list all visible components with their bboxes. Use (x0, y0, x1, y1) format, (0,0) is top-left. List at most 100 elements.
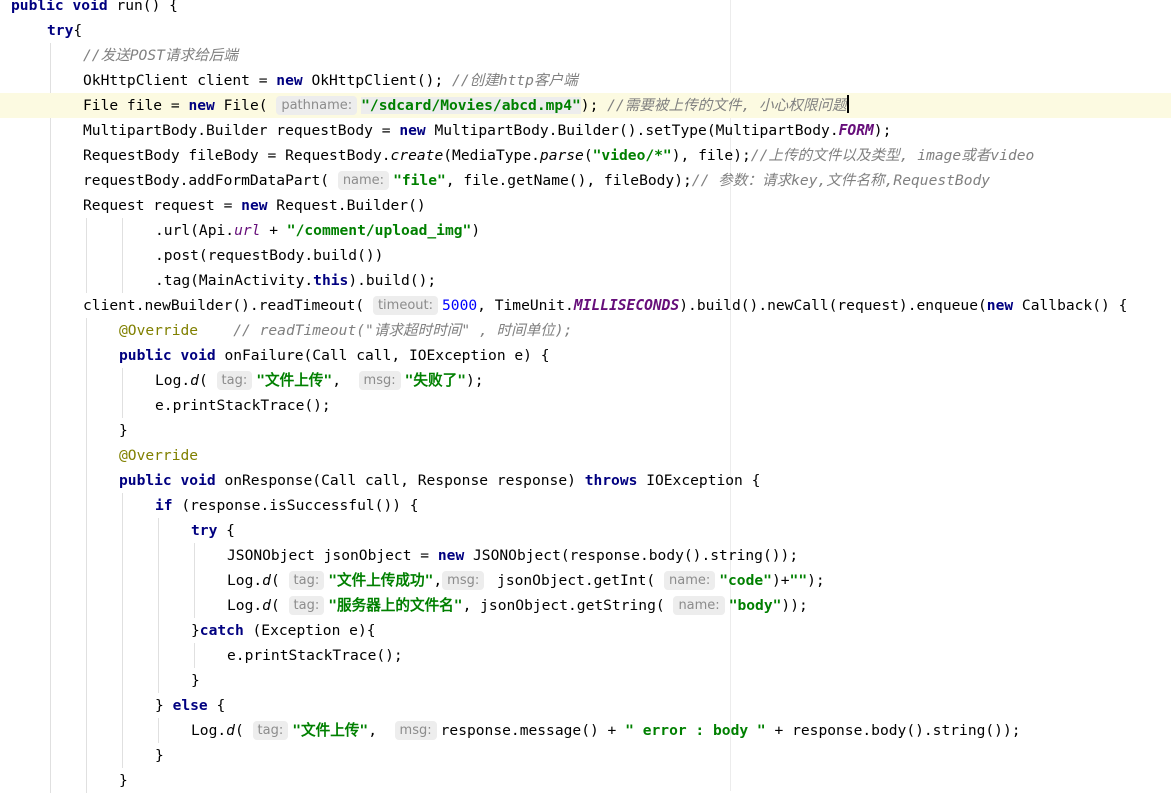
code-token: "" (789, 572, 808, 589)
code-line[interactable]: e.printStackTrace(); (0, 643, 1171, 668)
code-token: OkHttpClient client = (83, 72, 277, 89)
code-token: jsonObject.getInt( (488, 572, 664, 589)
code-token: } (155, 747, 164, 764)
code-token: "服务器上的文件名" (328, 597, 463, 614)
code-line-content: MultipartBody.Builder requestBody = new … (83, 118, 891, 143)
code-line-content: Log.d( tag: "文件上传成功", msg: jsonObject.getI… (227, 568, 825, 593)
code-line-content: public void onResponse(Call call, Respon… (119, 468, 760, 493)
code-line[interactable]: public void onFailure(Call call, IOExcep… (0, 343, 1171, 368)
code-line-content: Log.d( tag: "文件上传", msg: response.message(… (191, 718, 1021, 743)
code-line-content: OkHttpClient client = new OkHttpClient()… (83, 68, 578, 93)
code-token: url (234, 222, 261, 239)
code-line-content: } else { (155, 693, 225, 718)
code-line[interactable]: .url(Api.url + "/comment/upload_img") (0, 218, 1171, 243)
code-token: " error : body " (625, 722, 766, 739)
code-line-content: } (119, 768, 128, 793)
code-line-content: JSONObject jsonObject = new JSONObject(r… (227, 543, 798, 568)
code-line[interactable]: Log.d( tag: "服务器上的文件名", jsonObject.getStr… (0, 593, 1171, 618)
code-line[interactable]: client.newBuilder().readTimeout( timeout… (0, 293, 1171, 318)
code-token: catch (199, 622, 244, 639)
code-token: create (390, 147, 444, 164)
parameter-hint: tag: (252, 721, 289, 740)
code-token: (Exception e){ (243, 622, 376, 639)
parameter-hint: msg: (442, 571, 485, 590)
code-line-content: .tag(MainActivity.this).build(); (155, 268, 436, 293)
code-line[interactable]: if (response.isSuccessful()) { (0, 493, 1171, 518)
code-token: public void (119, 472, 216, 489)
code-line-content: File file = new File( pathname: "/sdcard/… (83, 93, 849, 118)
code-token: } (191, 622, 200, 639)
code-token: (response.isSuccessful()) { (172, 497, 419, 514)
code-line[interactable]: public void run() { (0, 0, 1171, 18)
code-line[interactable]: Log.d( tag: "文件上传", msg: response.message(… (0, 718, 1171, 743)
code-token: //需要被上传的文件, 小心权限问题 (607, 97, 847, 114)
code-line[interactable]: .post(requestBody.build()) (0, 243, 1171, 268)
code-token: ( (270, 572, 289, 589)
code-line[interactable]: } (0, 418, 1171, 443)
code-token: client.newBuilder().readTimeout( (83, 297, 373, 314)
code-line[interactable]: .tag(MainActivity.this).build(); (0, 268, 1171, 293)
code-token: requestBody.addFormDataPart( (83, 172, 338, 189)
code-token: } (155, 697, 173, 714)
code-token: , (368, 722, 395, 739)
code-editor[interactable]: public void run() {try{//发送POST请求给后端 OkHt… (0, 0, 1171, 793)
code-token: response.message() + (440, 722, 626, 739)
code-token: Request.Builder() (267, 197, 426, 214)
code-token: )+ (771, 572, 790, 589)
code-token: parse (539, 147, 584, 164)
code-token: ( (270, 597, 289, 614)
parameter-hint: name: (673, 596, 725, 615)
code-token: } (191, 672, 200, 689)
code-line-content: if (response.isSuccessful()) { (155, 493, 419, 518)
code-line[interactable]: } (0, 668, 1171, 693)
code-line-content: requestBody.addFormDataPart( name: "file"… (83, 168, 990, 193)
code-line[interactable]: MultipartBody.Builder requestBody = new … (0, 118, 1171, 143)
code-token: onFailure(Call call, IOException e) { (215, 347, 550, 364)
code-line-content: Log.d( tag: "文件上传", msg: "失败了"); (155, 368, 484, 393)
code-token: , jsonObject.getString( (462, 597, 674, 614)
code-line[interactable]: }catch (Exception e){ (0, 618, 1171, 643)
code-line[interactable]: JSONObject jsonObject = new JSONObject(r… (0, 543, 1171, 568)
code-line[interactable]: } (0, 743, 1171, 768)
code-token: File file = (83, 97, 189, 114)
code-line[interactable]: public void onResponse(Call call, Respon… (0, 468, 1171, 493)
code-token: "文件上传" (292, 722, 369, 739)
code-token: else (172, 697, 208, 714)
code-line[interactable]: @Override (0, 443, 1171, 468)
code-line[interactable]: Log.d( tag: "文件上传成功", msg: jsonObject.getI… (0, 568, 1171, 593)
code-line[interactable]: requestBody.addFormDataPart( name: "file"… (0, 168, 1171, 193)
code-line[interactable]: @Override // readTimeout("请求超时时间" , 时间单位… (0, 318, 1171, 343)
code-token: d (190, 372, 199, 389)
parameter-hint: name: (337, 171, 390, 190)
code-line[interactable]: try{ (0, 18, 1171, 43)
code-token: try (191, 522, 218, 539)
code-token: "video/*" (592, 147, 672, 164)
code-token: ( (583, 147, 593, 164)
code-token: public void (119, 347, 216, 364)
parameter-hint: tag: (216, 371, 253, 390)
code-line[interactable]: e.printStackTrace(); (0, 393, 1171, 418)
code-token: //创建http客户端 (452, 72, 578, 89)
code-line-content: } (155, 743, 164, 768)
code-line[interactable]: //发送POST请求给后端 (0, 43, 1171, 68)
code-token: ).build(); (348, 272, 437, 289)
code-line[interactable]: RequestBody fileBody = RequestBody.creat… (0, 143, 1171, 168)
code-line[interactable]: Request request = new Request.Builder() (0, 193, 1171, 218)
code-token: "失败了" (404, 372, 466, 389)
code-token: + (260, 222, 287, 239)
code-token: // readTimeout("请求超时时间" , 时间单位); (233, 322, 573, 339)
code-line[interactable]: try { (0, 518, 1171, 543)
code-token: "file" (393, 172, 446, 189)
code-line[interactable]: OkHttpClient client = new OkHttpClient()… (0, 68, 1171, 93)
code-token: ( (198, 372, 217, 389)
code-token: new (276, 72, 303, 89)
code-line[interactable]: } else { (0, 693, 1171, 718)
code-token: e.printStackTrace(); (227, 647, 403, 664)
code-token: { (207, 697, 226, 714)
code-line[interactable]: } (0, 768, 1171, 793)
code-line[interactable]: File file = new File( pathname: "/sdcard/… (0, 93, 1171, 118)
code-line-content: try{ (47, 18, 82, 43)
code-line[interactable]: Log.d( tag: "文件上传", msg: "失败了"); (0, 368, 1171, 393)
code-token: , TimeUnit. (477, 297, 574, 314)
